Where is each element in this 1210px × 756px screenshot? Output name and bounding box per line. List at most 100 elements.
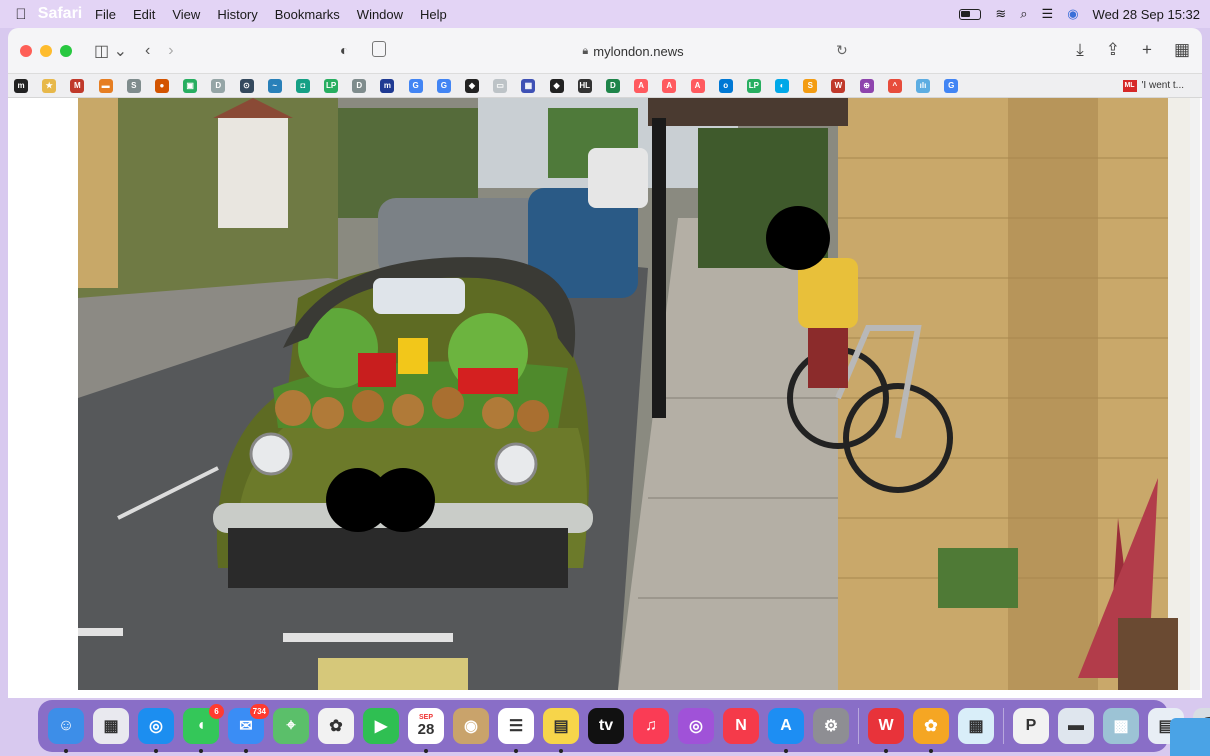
running-indicator <box>244 749 248 753</box>
close-window-button[interactable] <box>20 44 32 57</box>
notification-badge: 6 <box>209 704 224 719</box>
reload-icon[interactable]: ↻ <box>836 42 848 59</box>
favorite-icon[interactable]: m <box>380 78 395 93</box>
dock-doc1-icon[interactable]: ▬ <box>1058 708 1094 744</box>
favorite-icon[interactable]: ◆ <box>465 78 479 93</box>
dock-safari-icon[interactable]: ◎ <box>138 708 174 753</box>
dock-appstore-icon[interactable]: A <box>768 708 804 753</box>
favorite-icon[interactable]: m <box>14 78 28 93</box>
favorite-icon[interactable]: HL <box>577 78 592 93</box>
favorite-icon[interactable]: S <box>126 78 141 93</box>
favorite-icon[interactable]: D <box>352 78 367 93</box>
share-icon[interactable]: ⇪ <box>1106 40 1120 60</box>
favorite-icon[interactable]: S <box>803 78 818 93</box>
dock-doc2-icon[interactable]: ▩ <box>1103 708 1139 744</box>
menu-window[interactable]: Window <box>357 7 403 22</box>
dock-notes-icon[interactable]: ▤ <box>543 708 579 753</box>
dock: ☺▦◎◖6✉734⌖✿▶SEP28◉☰▤tv♫◎NA⚙W✿▦P▬▩▤🗑 <box>38 700 1210 753</box>
minimize-window-button[interactable] <box>40 44 52 57</box>
favorite-icon[interactable]: G <box>436 78 451 93</box>
spotlight-search-icon[interactable]: ⌕ <box>1020 6 1027 22</box>
siri-icon[interactable]: ◉ <box>1067 6 1078 22</box>
favorite-icon[interactable]: G <box>408 78 423 93</box>
dock-preview-icon[interactable]: ▦ <box>958 708 994 744</box>
favorite-link-article[interactable]: ML 'I went t... <box>1122 79 1184 92</box>
menu-edit[interactable]: Edit <box>133 7 155 22</box>
dock-launchpad-icon[interactable]: ▦ <box>93 708 129 744</box>
dock-wps-icon[interactable]: W <box>868 708 904 753</box>
dock-maps-icon[interactable]: ⌖ <box>273 708 309 744</box>
new-tab-icon[interactable]: + <box>1142 40 1152 60</box>
dock-calendar-icon[interactable]: SEP 28 <box>408 708 444 753</box>
dock-app-glyph: ▦ <box>968 718 984 735</box>
address-bar[interactable]: 🔒︎ mylondon.news <box>398 36 868 66</box>
menu-help[interactable]: Help <box>420 7 447 22</box>
tab-overview-icon[interactable]: ▦ <box>1174 40 1190 60</box>
dock-news-icon[interactable]: N <box>723 708 759 744</box>
sidebar-toggle-icon[interactable]: ◫ ⌄ <box>94 41 127 61</box>
dock-app-glyph: ☺ <box>57 717 75 734</box>
favorite-icon[interactable]: ~ <box>267 78 282 93</box>
favorite-icon[interactable]: M <box>70 78 85 93</box>
favorite-icon[interactable]: W <box>831 78 846 93</box>
favorite-icon[interactable]: ★ <box>42 78 57 93</box>
favorite-icon[interactable]: ılı <box>916 78 930 93</box>
back-button[interactable]: ‹ <box>145 42 150 60</box>
dock-messages-icon[interactable]: ◖ 6 <box>183 704 224 753</box>
downloads-icon[interactable]: ⤓ <box>1076 40 1084 60</box>
forward-button[interactable]: › <box>168 42 173 60</box>
favorite-icon[interactable]: ● <box>154 78 169 93</box>
favorite-icon[interactable]: ◆ <box>549 78 564 93</box>
privacy-shield-icon[interactable]: ◐ <box>340 42 348 58</box>
favorite-icon[interactable]: ▣ <box>183 78 198 93</box>
dock-contacts-icon[interactable]: ◉ <box>453 708 489 744</box>
dock-mail-icon[interactable]: ✉ 734 <box>228 704 269 753</box>
menu-view[interactable]: View <box>172 7 200 22</box>
zoom-window-button[interactable] <box>60 44 72 57</box>
favorite-icon[interactable]: o <box>718 78 733 93</box>
favorite-icon[interactable]: ^ <box>887 78 902 93</box>
menu-bookmarks[interactable]: Bookmarks <box>275 7 340 22</box>
page-scrollbar[interactable] <box>1190 98 1200 690</box>
control-center-icon[interactable]: ☰ <box>1042 6 1054 22</box>
dock-app-glyph: P <box>1025 717 1037 734</box>
article-photo <box>78 98 1192 690</box>
safari-toolbar: ◫ ⌄ ‹ › ◐ 🔒︎ mylondon.news ↻ ⤓ ⇪ + ▦ <box>8 28 1202 74</box>
menu-history[interactable]: History <box>217 7 257 22</box>
dock-app-glyph: ◉ <box>464 718 478 735</box>
menu-clock[interactable]: Wed 28 Sep 15:32 <box>1093 7 1200 22</box>
favorite-icon[interactable]: ◘ <box>295 78 310 93</box>
dock-tv-icon[interactable]: tv <box>588 708 624 744</box>
favorite-icon[interactable]: A <box>690 78 705 93</box>
favorite-icon[interactable]: D <box>211 78 226 93</box>
dock-photos-icon[interactable]: ✿ <box>318 708 354 744</box>
wifi-icon[interactable]: ≋ <box>995 6 1006 22</box>
favorite-icon[interactable]: LP <box>746 78 761 93</box>
favorite-icon[interactable]: ⊕ <box>859 78 874 93</box>
apple-menu-icon[interactable]:  <box>10 6 32 23</box>
dock-facetime-icon[interactable]: ▶ <box>363 708 399 744</box>
dock-music-icon[interactable]: ♫ <box>633 708 669 744</box>
dock-podcasts-icon[interactable]: ◎ <box>678 708 714 744</box>
dock-finder-icon[interactable]: ☺ <box>48 708 84 753</box>
favorite-icon[interactable]: ▦ <box>521 78 536 93</box>
favorite-icon[interactable]: ⊙ <box>239 78 254 93</box>
favorite-icon[interactable]: G <box>944 78 959 93</box>
favorite-icon[interactable]: ◐ <box>775 78 790 93</box>
dock-reminders-icon[interactable]: ☰ <box>498 708 534 753</box>
dock-pdf-icon[interactable]: P <box>1013 708 1049 744</box>
favorite-icon[interactable]: ▭ <box>493 78 508 93</box>
dock-flower-icon[interactable]: ✿ <box>913 708 949 753</box>
favorite-icon[interactable]: ▬ <box>98 78 113 93</box>
dock-app-glyph: ⌖ <box>286 717 296 734</box>
battery-icon[interactable] <box>959 8 982 20</box>
page-menu-icon[interactable] <box>372 41 386 57</box>
dock-folder-icon[interactable] <box>1170 718 1210 756</box>
menu-file[interactable]: File <box>95 7 116 22</box>
dock-app-glyph: ▩ <box>1113 718 1129 735</box>
favorite-icon[interactable]: LP <box>324 78 339 93</box>
favorite-icon[interactable]: A <box>634 78 649 93</box>
favorite-icon[interactable]: A <box>662 78 677 93</box>
favorite-icon[interactable]: D <box>605 78 620 93</box>
dock-systemprefs-icon[interactable]: ⚙ <box>813 708 849 744</box>
